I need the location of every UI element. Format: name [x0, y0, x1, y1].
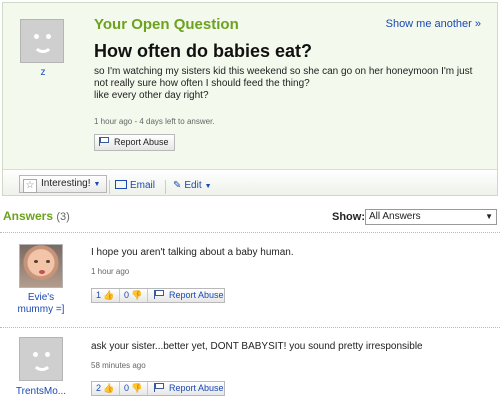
thumbs-up-button[interactable]: 2 👍 — [92, 382, 118, 395]
report-abuse-label: Report Abuse — [114, 137, 169, 147]
thumbs-up-count: 2 — [96, 383, 102, 393]
show-another-link[interactable]: Show me another » — [386, 18, 481, 30]
answer-item: TrentsMo... ask your sister...better yet… — [0, 328, 500, 407]
flag-icon — [154, 383, 165, 392]
avatar-eye — [33, 352, 38, 357]
vote-divider — [147, 289, 148, 302]
edit-label: Edit — [184, 180, 202, 191]
question-section-heading: Your Open Question — [94, 16, 239, 33]
envelope-icon — [115, 180, 127, 189]
question-content: z Your Open Question Show me another » H… — [3, 3, 497, 169]
answerer-name-link[interactable]: Evie's mummy =] — [10, 292, 72, 316]
thumbs-down-button[interactable]: 0 👎 — [120, 382, 146, 395]
report-abuse-button[interactable]: Report Abuse — [94, 134, 175, 151]
thumbs-down-count: 0 — [124, 383, 130, 393]
photo-eye — [46, 260, 50, 263]
avatar-mouth — [32, 360, 52, 371]
answer-item: Evie's mummy =] I hope you aren't talkin… — [0, 233, 500, 323]
answer-vote-bar: 2 👍 0 👎 Report Abuse — [91, 381, 225, 396]
thumbs-up-icon: 👍 — [103, 383, 115, 393]
answer-vote-bar: 1 👍 0 👎 Report Abuse — [91, 288, 225, 303]
avatar-mouth — [33, 42, 53, 53]
answers-count: (3) — [56, 211, 70, 223]
smiley-avatar-icon[interactable] — [20, 19, 64, 63]
answerer-name-link[interactable]: TrentsMo... — [10, 386, 72, 398]
question-body-line: like every other day right? — [94, 90, 209, 101]
question-body: so I'm watching my sisters kid this week… — [94, 66, 489, 102]
thumbs-down-icon: 👎 — [131, 383, 143, 393]
avatar-eye — [46, 34, 51, 39]
thumbs-down-icon: 👎 — [131, 290, 143, 300]
thumbs-up-button[interactable]: 1 👍 — [92, 289, 118, 302]
answer-time: 58 minutes ago — [91, 361, 146, 370]
question-panel: z Your Open Question Show me another » H… — [2, 2, 498, 196]
question-meta: 1 hour ago - 4 days left to answer. — [94, 117, 215, 126]
thumbs-down-button[interactable]: 0 👎 — [120, 289, 146, 302]
question-body-line: so I'm watching my sisters kid this week… — [94, 66, 473, 89]
action-separator — [109, 180, 110, 194]
chevron-down-icon: ▼ — [485, 212, 493, 221]
action-separator — [165, 180, 166, 194]
thumbs-up-icon: 👍 — [103, 290, 115, 300]
email-link[interactable]: Email — [115, 180, 155, 191]
question-action-bar: ☆ Interesting! ▼ Email ✎ Edit ▼ — [3, 169, 497, 195]
user-photo-avatar[interactable] — [19, 244, 63, 288]
answer-text: I hope you aren't talking about a baby h… — [91, 247, 294, 258]
show-filter-select[interactable]: All Answers ▼ — [365, 209, 497, 225]
interesting-label: Interesting! — [41, 178, 91, 189]
show-filter-value: All Answers — [369, 211, 421, 222]
photo-mouth — [39, 270, 45, 274]
report-abuse-label: Report Abuse — [169, 290, 224, 300]
avatar-eye — [34, 34, 39, 39]
flag-icon — [99, 137, 110, 146]
show-filter-label: Show: — [332, 211, 365, 223]
answers-title: Answers — [3, 209, 54, 223]
thumbs-up-count: 1 — [96, 290, 102, 300]
star-icon: ☆ — [23, 179, 37, 193]
report-abuse-label: Report Abuse — [169, 383, 224, 393]
answer-text: ask your sister...better yet, DONT BABYS… — [91, 341, 423, 352]
report-abuse-button[interactable]: Report Abuse — [150, 289, 224, 302]
thumbs-down-count: 0 — [124, 290, 130, 300]
pencil-icon: ✎ — [173, 180, 182, 191]
edit-link[interactable]: ✎ Edit ▼ — [173, 180, 212, 191]
report-abuse-button[interactable]: Report Abuse — [150, 382, 224, 395]
flag-icon — [154, 290, 165, 299]
interesting-button[interactable]: ☆ Interesting! ▼ — [19, 175, 108, 193]
chevron-down-icon: ▼ — [204, 183, 212, 190]
email-label: Email — [130, 180, 156, 191]
vote-divider — [147, 382, 148, 395]
answers-heading: Answers (3) — [3, 209, 70, 223]
smiley-avatar-icon[interactable] — [19, 337, 63, 381]
photo-eye — [34, 260, 38, 263]
avatar-eye — [45, 352, 50, 357]
question-title: How often do babies eat? — [94, 41, 313, 61]
chevron-down-icon: ▼ — [93, 181, 101, 188]
asker-name-link[interactable]: z — [20, 67, 66, 78]
answer-time: 1 hour ago — [91, 267, 130, 276]
